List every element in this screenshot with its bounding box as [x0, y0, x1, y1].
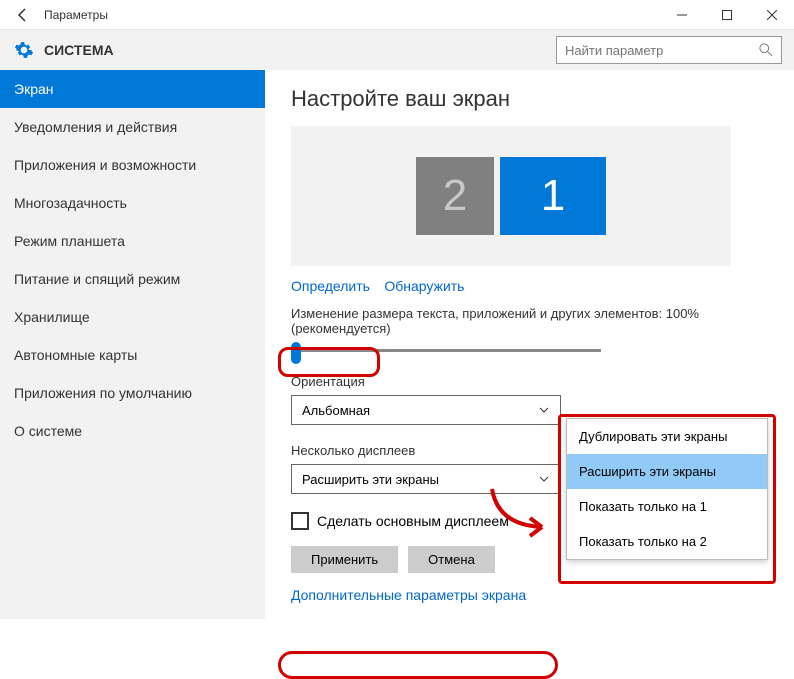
sidebar-item[interactable]: Экран — [0, 70, 265, 108]
multi-display-value: Расширить эти экраны — [302, 472, 439, 487]
chevron-down-icon — [538, 473, 550, 485]
scale-label: Изменение размера текста, приложений и д… — [291, 306, 768, 336]
dropdown-option[interactable]: Расширить эти экраны — [567, 454, 767, 489]
identify-link[interactable]: Определить — [291, 278, 370, 294]
annotation-highlight — [278, 651, 558, 679]
slider-thumb[interactable] — [291, 342, 301, 364]
arrow-left-icon — [15, 7, 31, 23]
search-input[interactable] — [565, 43, 759, 58]
chevron-down-icon — [538, 404, 550, 416]
search-box[interactable] — [556, 36, 782, 64]
scale-slider[interactable] — [291, 342, 601, 360]
multi-display-dropdown: Дублировать эти экраныРасширить эти экра… — [566, 418, 768, 560]
sidebar: ЭкранУведомления и действияПриложения и … — [0, 70, 265, 619]
orientation-select[interactable]: Альбомная — [291, 395, 561, 425]
sidebar-item[interactable]: Автономные карты — [0, 336, 265, 374]
make-primary-checkbox[interactable] — [291, 512, 309, 530]
apply-button[interactable]: Применить — [291, 546, 398, 573]
window-title: Параметры — [44, 8, 108, 22]
sidebar-item[interactable]: Приложения и возможности — [0, 146, 265, 184]
close-button[interactable] — [749, 0, 794, 30]
sidebar-item[interactable]: Режим планшета — [0, 222, 265, 260]
search-icon — [759, 43, 773, 57]
section-title: СИСТЕМА — [44, 42, 114, 58]
detect-link[interactable]: Обнаружить — [384, 278, 464, 294]
orientation-value: Альбомная — [302, 403, 370, 418]
monitor-1[interactable]: 1 — [500, 157, 606, 235]
orientation-label: Ориентация — [291, 374, 768, 389]
sidebar-item[interactable]: Уведомления и действия — [0, 108, 265, 146]
minimize-button[interactable] — [659, 0, 704, 30]
cancel-button[interactable]: Отмена — [408, 546, 495, 573]
minimize-icon — [677, 10, 687, 20]
dropdown-option[interactable]: Показать только на 1 — [567, 489, 767, 524]
sidebar-item[interactable]: Многозадачность — [0, 184, 265, 222]
make-primary-label: Сделать основным дисплеем — [317, 513, 509, 529]
gear-icon — [14, 40, 34, 60]
dropdown-option[interactable]: Дублировать эти экраны — [567, 419, 767, 454]
sidebar-item[interactable]: Приложения по умолчанию — [0, 374, 265, 412]
dropdown-option[interactable]: Показать только на 2 — [567, 524, 767, 559]
sidebar-item[interactable]: Питание и спящий режим — [0, 260, 265, 298]
slider-track — [291, 349, 601, 352]
display-preview: 2 1 — [291, 126, 731, 266]
back-button[interactable] — [12, 4, 34, 26]
advanced-settings-link[interactable]: Дополнительные параметры экрана — [291, 587, 526, 603]
sidebar-item[interactable]: Хранилище — [0, 298, 265, 336]
page-title: Настройте ваш экран — [291, 86, 768, 112]
monitor-2[interactable]: 2 — [416, 157, 494, 235]
multi-display-select[interactable]: Расширить эти экраны — [291, 464, 561, 494]
close-icon — [767, 10, 777, 20]
main-content: Настройте ваш экран 2 1 Определить Обнар… — [265, 70, 794, 619]
sidebar-item[interactable]: О системе — [0, 412, 265, 450]
maximize-icon — [722, 10, 732, 20]
maximize-button[interactable] — [704, 0, 749, 30]
